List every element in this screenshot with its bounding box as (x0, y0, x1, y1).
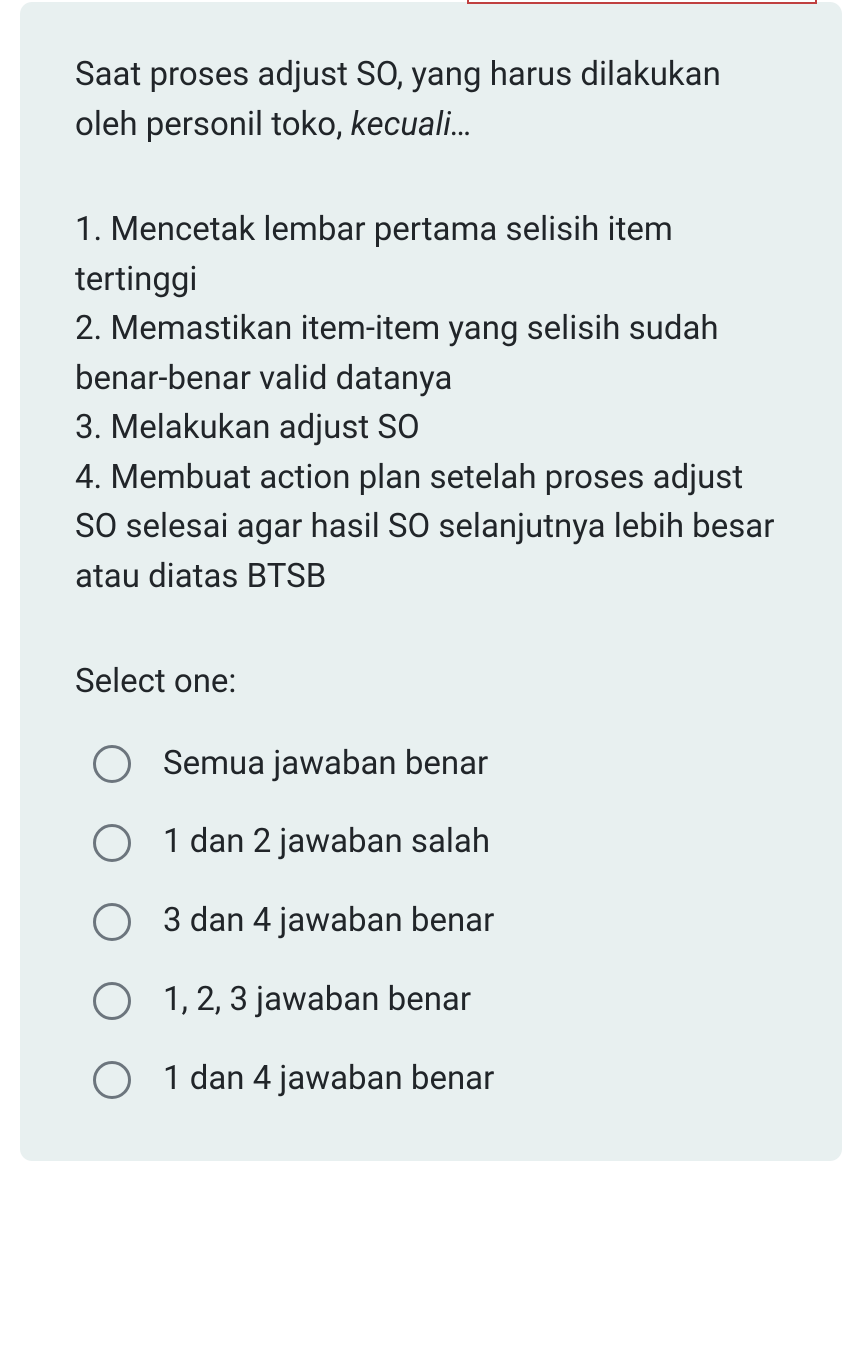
question-item-4: 4. Membuat action plan setelah proses ad… (75, 453, 787, 602)
question-intro-italic: kecuali… (351, 105, 473, 144)
question-card: Saat proses adjust SO, yang harus dilaku… (20, 2, 842, 1161)
radio-icon[interactable] (93, 903, 131, 941)
option-4[interactable]: 1, 2, 3 jawaban benar (93, 979, 787, 1022)
radio-icon[interactable] (93, 982, 131, 1020)
option-4-label: 1, 2, 3 jawaban benar (163, 979, 471, 1022)
question-item-2: 2. Memastikan item-item yang selisih sud… (75, 304, 787, 403)
option-5-label: 1 dan 4 jawaban benar (163, 1058, 494, 1101)
question-intro: Saat proses adjust SO, yang harus dilaku… (75, 50, 787, 149)
option-3[interactable]: 3 dan 4 jawaban benar (93, 900, 787, 943)
radio-icon[interactable] (93, 745, 131, 783)
option-2[interactable]: 1 dan 2 jawaban salah (93, 821, 787, 864)
option-1[interactable]: Semua jawaban benar (93, 743, 787, 786)
top-border-fragment (467, 0, 817, 4)
question-item-3: 3. Melakukan adjust SO (75, 403, 787, 453)
question-items: 1. Mencetak lembar pertama selisih item … (75, 205, 787, 601)
option-3-label: 3 dan 4 jawaban benar (163, 900, 494, 943)
radio-icon[interactable] (93, 1061, 131, 1099)
select-one-label: Select one: (75, 657, 787, 707)
radio-icon[interactable] (93, 824, 131, 862)
question-item-1: 1. Mencetak lembar pertama selisih item … (75, 205, 787, 304)
option-2-label: 1 dan 2 jawaban salah (163, 821, 490, 864)
option-1-label: Semua jawaban benar (163, 743, 488, 786)
options-list: Semua jawaban benar 1 dan 2 jawaban sala… (75, 743, 787, 1101)
option-5[interactable]: 1 dan 4 jawaban benar (93, 1058, 787, 1101)
